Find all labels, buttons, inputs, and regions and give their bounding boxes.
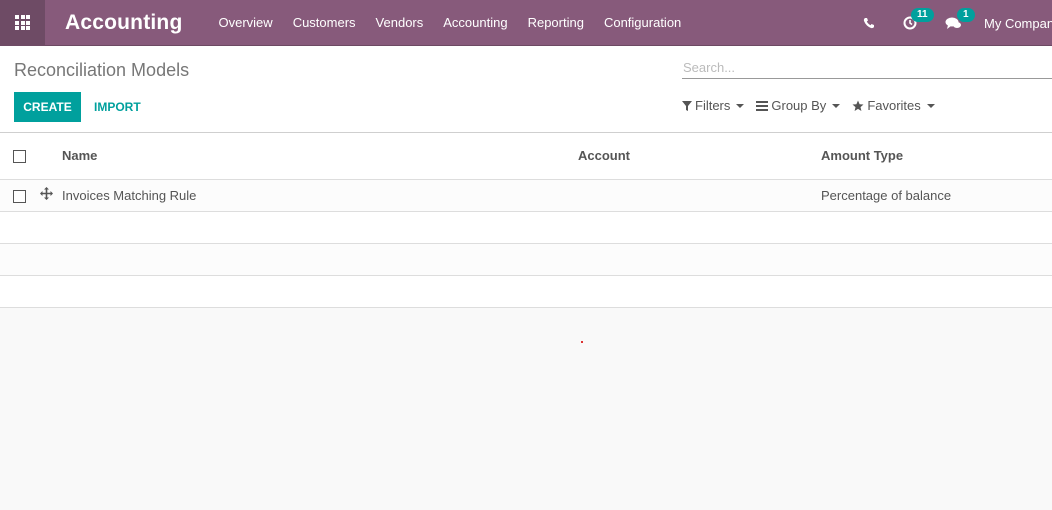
filters-label: Filters — [695, 98, 731, 113]
apps-menu-button[interactable] — [0, 0, 45, 46]
app-name[interactable]: Accounting — [65, 11, 183, 35]
cell-name: Invoices Matching Rule — [62, 187, 197, 203]
group-by-dropdown[interactable]: Group By — [756, 98, 841, 113]
menu-item-vendors[interactable]: Vendors — [376, 15, 424, 30]
caret-down-icon — [832, 103, 841, 108]
cell-amount-type: Percentage of balance — [821, 187, 952, 203]
search-options: Filters Group By Favorites — [682, 98, 947, 113]
menu-item-accounting[interactable]: Accounting — [443, 15, 507, 30]
select-all-checkbox[interactable] — [13, 150, 26, 164]
control-panel: Reconciliation Models CREATE IMPORT Filt… — [0, 46, 1052, 133]
caret-down-icon — [926, 103, 935, 108]
menu-item-reporting[interactable]: Reporting — [528, 15, 584, 30]
systray: 11 1 My Company — [863, 0, 1052, 46]
menu-item-customers[interactable]: Customers — [293, 15, 356, 30]
menu-item-overview[interactable]: Overview — [219, 15, 273, 30]
favorites-label: Favorites — [867, 98, 921, 113]
caret-down-icon — [736, 103, 745, 108]
activity-button[interactable]: 11 — [903, 8, 934, 30]
empty-row — [0, 243, 1052, 275]
star-icon — [852, 100, 864, 111]
filter-icon — [682, 100, 692, 111]
column-header-name[interactable]: Name — [62, 133, 578, 179]
favorites-dropdown[interactable]: Favorites — [852, 98, 935, 113]
group-by-label: Group By — [771, 98, 827, 113]
import-button[interactable]: IMPORT — [94, 92, 141, 122]
apps-grid-icon — [15, 15, 30, 30]
empty-row — [0, 211, 1052, 243]
messages-button[interactable]: 1 — [945, 8, 975, 30]
activity-count-badge: 11 — [911, 8, 934, 22]
column-header-account[interactable]: Account — [578, 133, 821, 179]
list-icon — [756, 100, 769, 111]
drag-handle-icon[interactable] — [40, 187, 53, 200]
menu-item-configuration[interactable]: Configuration — [604, 15, 681, 30]
main-menu: Overview Customers Vendors Accounting Re… — [219, 15, 702, 30]
company-switcher[interactable]: My Company — [984, 16, 1052, 31]
table-row[interactable]: Invoices Matching Rule Percentage of bal… — [0, 179, 1052, 211]
phone-icon — [863, 18, 874, 29]
page-title: Reconciliation Models — [14, 60, 190, 80]
table-header: Name Account Amount Type — [0, 133, 1052, 179]
row-checkbox[interactable] — [13, 189, 26, 203]
empty-row — [0, 275, 1052, 307]
filters-dropdown[interactable]: Filters — [682, 98, 745, 113]
list-table: Name Account Amount Type Invoices Matchi… — [0, 133, 1052, 308]
voip-button[interactable] — [863, 17, 875, 29]
top-navbar: Accounting Overview Customers Vendors Ac… — [0, 0, 1052, 46]
create-button[interactable]: CREATE — [14, 92, 81, 122]
cell-account — [578, 179, 821, 211]
messages-count-badge: 1 — [957, 8, 975, 22]
select-all-cell — [0, 133, 40, 179]
search-input[interactable] — [682, 57, 1052, 79]
column-header-amount-type[interactable]: Amount Type — [821, 133, 1052, 179]
stray-pixel — [581, 341, 583, 343]
